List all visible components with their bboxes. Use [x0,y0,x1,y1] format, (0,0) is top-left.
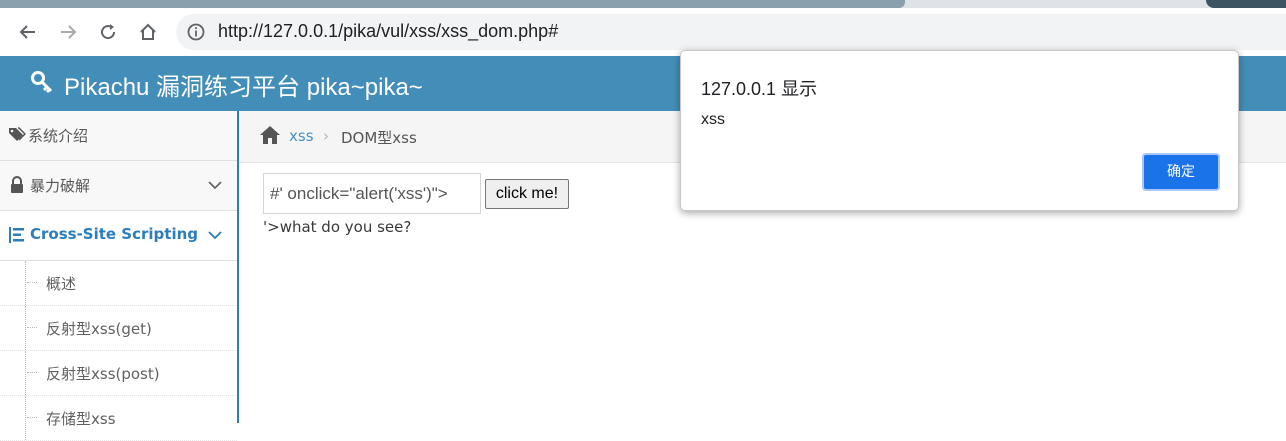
click-me-button[interactable]: click me! [485,179,569,209]
breadcrumb-link-xss[interactable]: xss [289,127,314,145]
url-text[interactable]: http://127.0.0.1/pika/vul/xss/xss_dom.ph… [218,21,558,42]
lock-icon [11,176,23,193]
tree-line [25,351,27,395]
chevron-down-icon [208,181,222,190]
address-bar[interactable]: http://127.0.0.1/pika/vul/xss/xss_dom.ph… [176,14,1286,50]
key-icon [31,71,53,94]
sidebar-item-label: Cross-Site Scripting [30,225,199,243]
tree-branch [27,372,37,373]
tree-branch [27,327,37,328]
sidebar-item-xss[interactable]: Cross-Site Scripting [0,211,237,261]
back-arrow-icon[interactable] [14,18,42,46]
site-title[interactable]: Pikachu 漏洞练习平台 pika~pika~ [64,67,423,102]
sidebar: 系统介绍 暴力破解 Cross-Site Scripting 概述 反射型xss… [0,111,239,441]
browser-tab[interactable] [0,0,905,8]
submenu-item-label: 存储型xss [46,410,116,428]
tree-line [25,306,27,350]
list-icon [9,227,24,243]
text-input[interactable]: #' onclick="alert('xss')"> [263,173,481,214]
reload-icon[interactable] [94,18,122,46]
submenu-item-reflected-get[interactable]: 反射型xss(get) [0,306,237,351]
tree-branch [27,282,37,283]
forward-arrow-icon[interactable] [54,18,82,46]
info-icon[interactable] [186,22,206,42]
dom-result-link[interactable]: '>what do you see? [263,218,411,236]
dialog-message: xss [701,111,725,128]
submenu-item-label: 概述 [46,275,77,293]
submenu-item-label: 反射型xss(post) [46,365,160,383]
sidebar-item-intro[interactable]: 系统介绍 [0,111,237,161]
alert-dialog: 127.0.0.1 显示 xss 确定 [680,50,1239,211]
tree-branch [27,417,37,418]
sidebar-item-label: 系统介绍 [28,127,89,145]
submenu-item-stored[interactable]: 存储型xss [0,396,237,441]
dialog-title: 127.0.0.1 显示 [701,79,818,99]
submenu-item-overview[interactable]: 概述 [0,261,237,306]
tags-icon [9,127,26,141]
sidebar-item-brute-force[interactable]: 暴力破解 [0,161,237,211]
breadcrumb-separator: › [323,127,329,145]
breadcrumb-current: DOM型xss [341,129,417,147]
submenu-item-reflected-post[interactable]: 反射型xss(post) [0,351,237,396]
tree-line [25,396,27,440]
sidebar-item-label: 暴力破解 [30,177,91,195]
submenu-item-label: 反射型xss(get) [46,320,152,338]
chevron-down-icon [208,231,222,240]
home-icon[interactable] [259,125,281,145]
ok-button[interactable]: 确定 [1142,153,1220,191]
home-icon[interactable] [134,18,162,46]
browser-profile-area[interactable] [1206,0,1286,8]
browser-tab-strip [0,0,1286,8]
tree-line [25,261,27,305]
browser-toolbar: http://127.0.0.1/pika/vul/xss/xss_dom.ph… [0,8,1286,56]
